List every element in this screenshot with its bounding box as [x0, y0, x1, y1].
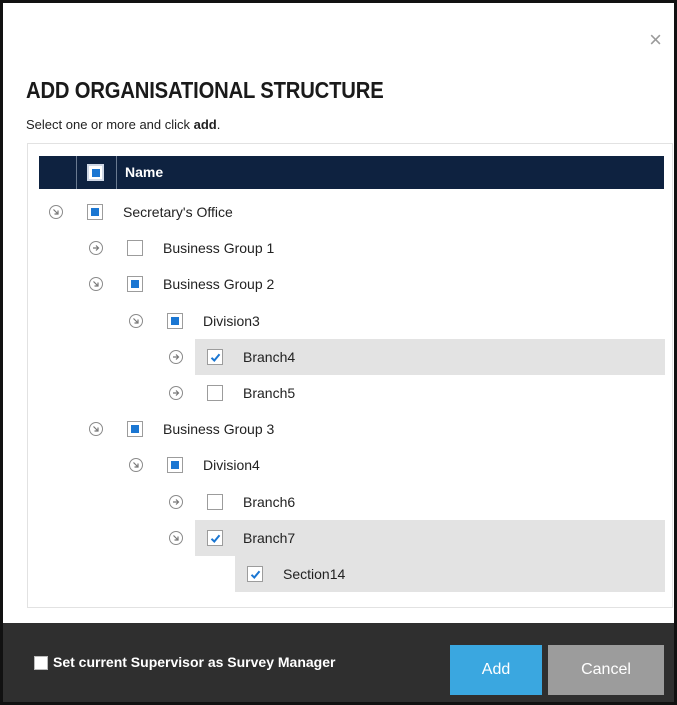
row-checkbox[interactable] [127, 421, 143, 438]
select-all-checkbox[interactable] [87, 164, 104, 181]
tree-row-label: Secretary's Office [123, 204, 233, 220]
tree-row[interactable]: Branch6 [28, 484, 665, 520]
tree-row-label: Branch7 [243, 529, 296, 546]
name-column-header[interactable]: Name [125, 156, 163, 189]
arrow-right-circle-icon[interactable] [169, 386, 183, 400]
tree-row[interactable]: Section14 [235, 556, 665, 592]
arrow-down-right-circle-icon[interactable] [129, 458, 143, 473]
row-checkbox[interactable] [207, 493, 223, 510]
tree-row[interactable]: Business Group 1 [28, 230, 665, 266]
arrow-right-circle-icon[interactable] [169, 349, 183, 364]
tree-row[interactable]: Division4 [28, 447, 665, 483]
tree-row-label: Section14 [283, 566, 346, 582]
row-checkbox[interactable] [127, 240, 143, 257]
row-checkbox[interactable] [127, 276, 143, 293]
tree-row-label: Business Group 2 [163, 276, 275, 293]
subtitle-suffix: . [216, 117, 221, 132]
tree-row[interactable]: Branch7 [169, 519, 665, 556]
dialog-subtitle: Select one or more and click add. [26, 117, 220, 132]
close-icon[interactable]: × [649, 29, 662, 51]
tree-row-label: Business Group 3 [163, 421, 275, 438]
add-organisational-structure-dialog: × ADD ORGANISATIONAL STRUCTURE Select on… [0, 0, 677, 705]
row-checkbox[interactable] [167, 457, 183, 474]
row-checkbox[interactable] [207, 385, 223, 401]
tree-row[interactable]: Branch5 [28, 375, 665, 411]
tree-row-label: Branch4 [243, 348, 296, 365]
dialog-footer: Set current Supervisor as Survey Manager… [3, 623, 674, 702]
row-checkbox[interactable] [167, 312, 183, 329]
tree-row[interactable]: Branch4 [169, 338, 665, 375]
tree-row[interactable]: Business Group 2 [28, 266, 665, 302]
supervisor-checkbox-label[interactable]: Set current Supervisor as Survey Manager [53, 654, 335, 670]
supervisor-checkbox[interactable] [34, 656, 48, 670]
tree-row-label: Branch5 [243, 385, 296, 401]
tree-row-label: Business Group 1 [163, 240, 275, 257]
checkmark-icon [210, 353, 221, 362]
header-separator [116, 156, 117, 189]
arrow-down-right-circle-icon[interactable] [89, 422, 103, 437]
org-tree-panel: Name Secretary's Office Business Group 1 B… [27, 143, 673, 608]
arrow-down-right-circle-icon[interactable] [89, 277, 103, 292]
tree-row[interactable]: Division3 [28, 303, 665, 339]
row-checkbox[interactable] [207, 529, 223, 546]
tree-header: Name [39, 156, 664, 189]
checkmark-icon [250, 570, 261, 579]
tree-row-label: Division4 [203, 457, 260, 474]
checkmark-icon [210, 534, 221, 543]
tree-row-label: Division3 [203, 312, 260, 329]
arrow-down-right-circle-icon[interactable] [49, 205, 63, 219]
row-checkbox[interactable] [87, 204, 103, 220]
row-checkbox[interactable] [207, 348, 223, 365]
cancel-button[interactable]: Cancel [548, 645, 664, 695]
subtitle-action: add [193, 117, 217, 132]
arrow-right-circle-icon[interactable] [169, 494, 183, 509]
tree-row[interactable]: Business Group 3 [28, 411, 665, 447]
arrow-down-right-circle-icon[interactable] [129, 313, 143, 328]
subtitle-prefix: Select one or more and click [26, 117, 194, 132]
arrow-down-right-circle-icon[interactable] [169, 530, 183, 545]
add-button[interactable]: Add [450, 645, 542, 695]
tree-row-label: Branch6 [243, 493, 296, 510]
header-separator [76, 156, 77, 189]
arrow-right-circle-icon[interactable] [89, 241, 103, 256]
row-checkbox[interactable] [247, 566, 263, 582]
dialog-title: ADD ORGANISATIONAL STRUCTURE [26, 77, 384, 103]
tree-row[interactable]: Secretary's Office [28, 194, 665, 230]
